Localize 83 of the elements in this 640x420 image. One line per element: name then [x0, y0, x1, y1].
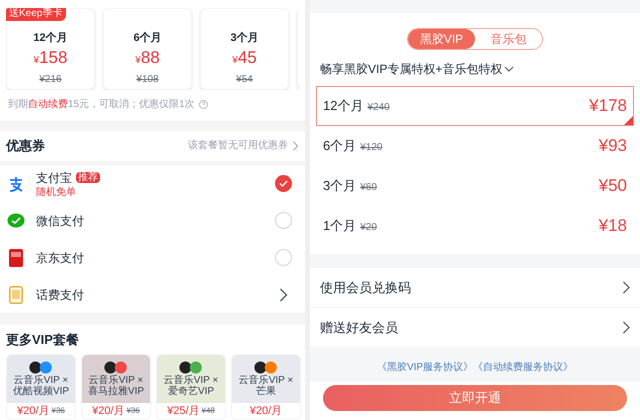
- promo-badge: 送Keep季卡: [6, 8, 66, 21]
- plan-term: 6个月: [133, 31, 162, 45]
- chevron-right-icon: [292, 140, 299, 151]
- agreement-link[interactable]: 《黑胶VIP服务协议》: [376, 360, 474, 375]
- plan-row[interactable]: 3个月 ¥60 ¥50: [316, 166, 634, 206]
- original-price: ¥216: [39, 74, 62, 86]
- bundle-name: 云音乐VIP × 芒果: [238, 374, 294, 397]
- menu-row[interactable]: 使用会员兑换码: [310, 268, 640, 308]
- selected-corner-icon: [624, 116, 633, 125]
- plan-row[interactable]: 6个月 ¥120 ¥93: [316, 126, 634, 166]
- brand-logos-icon: [29, 360, 53, 374]
- plan-price: ¥93: [598, 135, 627, 158]
- menu-label: 使用会员兑换码: [320, 278, 411, 297]
- checkmark-icon: [278, 180, 288, 188]
- payment-logo-icon: [7, 174, 25, 193]
- coupon-label: 优惠券: [6, 137, 45, 156]
- payment-name: 微信支付: [36, 212, 84, 230]
- payment-name: 支付宝: [36, 170, 72, 186]
- plan-price: ¥50: [598, 175, 627, 198]
- help-icon: [198, 100, 208, 109]
- original-price: ¥120: [360, 141, 382, 156]
- plan-row[interactable]: 12个月 ¥240 ¥178: [316, 86, 634, 126]
- original-price: ¥60: [360, 181, 377, 196]
- original-price: ¥20: [360, 221, 377, 236]
- bundle-name: 云音乐VIP × 优酷视频VIP: [12, 374, 70, 397]
- plan-card[interactable]: 送Keep季卡 12个月 ¥158 ¥216: [6, 8, 95, 90]
- menu-row[interactable]: 赠送好友会员: [310, 308, 640, 348]
- chevron-right-icon: [622, 281, 630, 294]
- plan-term: 12个月: [33, 31, 68, 45]
- payment-name: 京东支付: [36, 250, 84, 267]
- payment-name: 话费支付: [36, 286, 84, 304]
- renewal-note: 到期自动续费15元，可取消；优惠仅限1次: [8, 98, 195, 112]
- original-price: ¥54: [236, 74, 253, 86]
- brand-logos-icon: [179, 360, 203, 374]
- bundle-card[interactable]: 云音乐VIP × 优酷视频VIP ¥20/月 ¥36: [6, 354, 76, 420]
- chevron-down-icon: [504, 66, 514, 72]
- payment-promo: 随机免单: [36, 186, 77, 199]
- bundle-price: ¥20/月: [250, 404, 282, 418]
- plan-row[interactable]: 1个月 ¥20 ¥18: [316, 206, 634, 246]
- chevron-right-icon: [278, 288, 288, 302]
- plan-term: 3个月: [230, 31, 259, 45]
- plan-price: ¥45: [232, 47, 257, 69]
- payment-option[interactable]: 话费支付: [0, 276, 305, 314]
- brand-logos-icon: [254, 360, 278, 374]
- original-price: ¥108: [136, 74, 159, 86]
- payment-option[interactable]: 京东支付: [0, 239, 305, 276]
- original-price: ¥240: [367, 101, 390, 116]
- bundle-price: ¥20/月: [17, 404, 50, 418]
- bundle-price: ¥20/月: [92, 404, 125, 418]
- chevron-right-icon: [622, 321, 630, 334]
- bundle-card[interactable]: 云音乐VIP × 喜马拉雅VIP ¥20/月 ¥36: [81, 354, 151, 420]
- plan-card[interactable]: 6个月 ¥88 ¥108: [103, 8, 192, 90]
- agreement-link[interactable]: 《自动续费服务协议》: [473, 360, 574, 375]
- payment-option[interactable]: 支付宝 推荐 随机免单: [0, 165, 305, 202]
- privilege-text[interactable]: 畅享黑胶VIP专属特权+音乐包特权: [320, 60, 502, 78]
- plan-price: ¥88: [135, 47, 160, 69]
- plan-term: 1个月: [323, 217, 356, 236]
- radio-button[interactable]: [274, 212, 292, 230]
- original-price: ¥36: [52, 404, 65, 417]
- chat-bubble-icon: [7, 212, 25, 229]
- plan-price: ¥158: [34, 47, 68, 69]
- bundle-card[interactable]: 云音乐VIP × 芒果 ¥20/月: [231, 354, 301, 420]
- card-icon: [9, 248, 23, 267]
- section-title: 更多VIP套餐: [6, 330, 79, 348]
- plan-price: ¥18: [598, 215, 627, 238]
- plan-term: 6个月: [323, 137, 356, 156]
- plan-price: ¥178: [589, 95, 627, 118]
- brand-logos-icon: [104, 360, 128, 374]
- original-price: ¥36: [126, 404, 140, 417]
- bundle-card[interactable]: 云音乐VIP × 爱奇艺VIP ¥25/月 ¥48: [156, 354, 226, 420]
- phone-icon: [9, 286, 23, 304]
- original-price: ¥48: [202, 404, 215, 417]
- radio-button[interactable]: [274, 249, 292, 266]
- recommend-badge: 推荐: [76, 172, 100, 184]
- plan-term: 3个月: [323, 177, 356, 196]
- bundle-name: 云音乐VIP × 喜马拉雅VIP: [86, 374, 146, 397]
- radio-checked[interactable]: [274, 175, 292, 192]
- menu-label: 赠送好友会员: [320, 318, 398, 337]
- plan-term: 12个月: [323, 97, 364, 116]
- plan-card[interactable]: 3个月 ¥45 ¥54: [200, 8, 289, 90]
- bundle-name: 云音乐VIP × 爱奇艺VIP: [162, 374, 220, 397]
- payment-option[interactable]: 微信支付: [0, 202, 305, 240]
- bundle-price: ¥25/月: [167, 404, 200, 418]
